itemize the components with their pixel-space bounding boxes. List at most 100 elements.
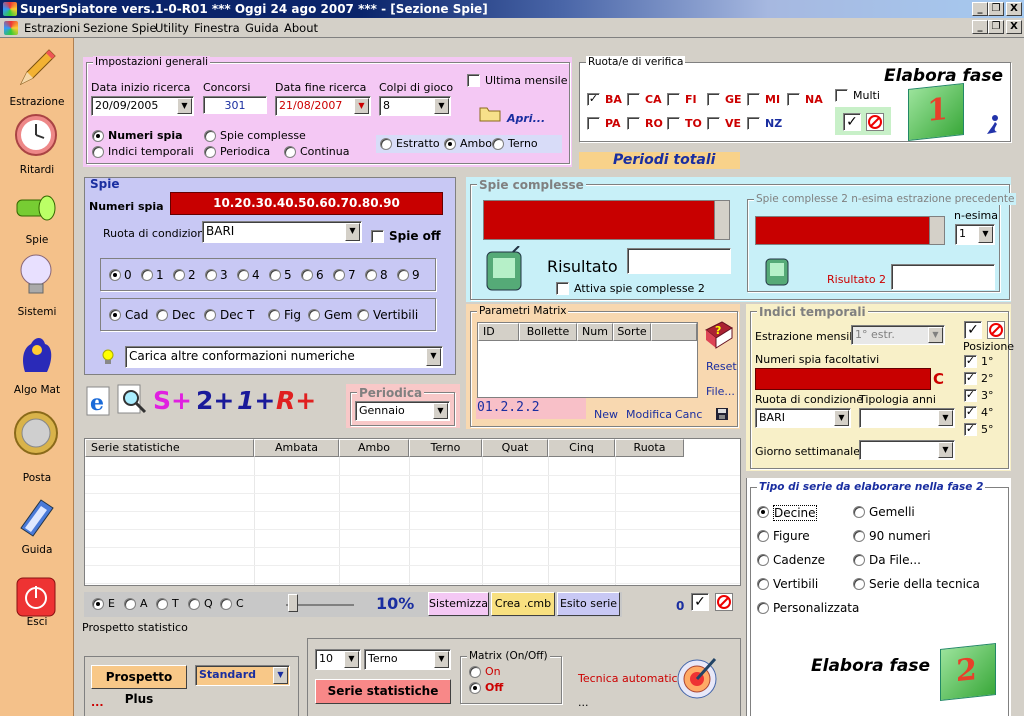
reset-button[interactable]: Reset [706, 360, 737, 373]
digit-7-radio[interactable] [333, 269, 345, 281]
posizione-1-checkbox[interactable]: ✓ [964, 355, 977, 368]
table-col-terno[interactable]: Terno [409, 439, 482, 457]
serie-check-all-button[interactable]: ✓ [691, 593, 709, 611]
slider-thumb[interactable] [288, 594, 298, 612]
digit-4-radio[interactable] [237, 269, 249, 281]
chevron-down-icon[interactable]: ▼ [433, 403, 448, 419]
standard-combo[interactable]: Standard ▼ [195, 665, 290, 686]
ruota-to-checkbox[interactable] [667, 117, 680, 130]
help-book-icon[interactable]: ? [704, 320, 734, 350]
one-plus-button[interactable]: 1+ [237, 386, 275, 415]
clear-all-button[interactable] [866, 113, 884, 131]
clock-icon[interactable] [13, 112, 59, 158]
tipologia-anni-combo[interactable]: ▼ [859, 408, 955, 428]
scrollbar[interactable] [714, 201, 729, 239]
table-col-ruota[interactable]: Ruota [615, 439, 684, 457]
matrix-col-bollette[interactable]: Bollette [519, 323, 577, 341]
esito-serie-button[interactable]: Esito serie [557, 592, 620, 616]
spie-complesse-field[interactable] [483, 200, 730, 240]
sistemizza-button[interactable]: Sistemizza [428, 592, 489, 616]
serie-vertibili-radio[interactable] [757, 578, 769, 590]
esito-e-radio[interactable] [92, 598, 104, 610]
esito-t-radio[interactable] [156, 598, 168, 610]
digit-9-radio[interactable] [397, 269, 409, 281]
lottery-hand-icon[interactable] [13, 330, 59, 376]
table-col-ambo[interactable]: Ambo [339, 439, 409, 457]
ruota-ba-checkbox[interactable]: ✓ [587, 93, 600, 106]
prospetto-plus-button[interactable]: Prospetto Plus [91, 665, 187, 706]
sidebar-label-esci[interactable]: Esci [0, 616, 74, 628]
sidebar-label-guida[interactable]: Guida [0, 544, 74, 556]
ruota-pa-checkbox[interactable] [587, 117, 600, 130]
terno-radio[interactable] [492, 138, 504, 150]
digit-0-radio[interactable] [109, 269, 121, 281]
concorsi-field[interactable]: 301 [203, 96, 267, 114]
ruota-ve-checkbox[interactable] [707, 117, 720, 130]
mdi-restore-button[interactable]: ❐ [988, 20, 1004, 34]
risultato-2-field[interactable] [891, 264, 995, 290]
matrix-on-radio[interactable] [469, 666, 481, 678]
serie-personalizzata-radio[interactable] [757, 602, 769, 614]
chevron-down-icon[interactable]: ▼ [928, 327, 943, 343]
data-fine-combo[interactable]: 21/08/2007 ▼ [275, 96, 371, 116]
chevron-down-icon[interactable]: ▼ [938, 442, 953, 458]
colpi-combo[interactable]: 8 ▼ [379, 96, 451, 116]
chevron-down-icon[interactable]: ▼ [834, 410, 849, 426]
esito-q-radio[interactable] [188, 598, 200, 610]
r-plus-button[interactable]: R+ [276, 386, 316, 415]
matrix-col-id[interactable]: ID [478, 323, 519, 341]
esito-c-radio[interactable] [220, 598, 232, 610]
tipo-cad-radio[interactable] [109, 309, 121, 321]
ruota-nz-checkbox[interactable] [747, 117, 760, 130]
ruota-ro-checkbox[interactable] [627, 117, 640, 130]
elabora-fase-2-button[interactable]: 2 [940, 643, 996, 701]
ruota-ge-checkbox[interactable] [707, 93, 720, 106]
attiva-spie-complesse-2-checkbox[interactable] [556, 282, 569, 295]
estrazione-mensile-combo[interactable]: 1° estr. ▼ [851, 325, 945, 345]
ultima-mensile-checkbox[interactable] [467, 74, 480, 87]
periodica-radio[interactable] [204, 146, 216, 158]
save-icon[interactable] [715, 407, 729, 421]
serie-serie-della-tecnica-radio[interactable] [853, 578, 865, 590]
menu-about[interactable]: About [284, 21, 318, 35]
tipo-gem-radio[interactable] [308, 309, 320, 321]
magnifier-icon[interactable] [116, 384, 148, 416]
spie-complesse-radio[interactable] [204, 130, 216, 142]
chevron-down-icon[interactable]: ▼ [344, 651, 359, 668]
matrix-off-radio[interactable] [469, 682, 481, 694]
sidebar-label-ritardi[interactable]: Ritardi [0, 164, 74, 176]
serie-decine-radio[interactable] [757, 506, 769, 518]
continua-radio[interactable] [284, 146, 296, 158]
serie-count-combo[interactable]: 10 ▼ [315, 649, 361, 670]
sidebar-label-algo-mat[interactable]: Algo Mat [0, 384, 74, 396]
posizione-check-all-button[interactable]: ✓ [964, 321, 982, 339]
check-all-button[interactable]: ✓ [843, 113, 861, 131]
indici-temporali-radio[interactable] [92, 146, 104, 158]
serie-cadenze-radio[interactable] [757, 554, 769, 566]
indici-ruota-combo[interactable]: BARI ▼ [755, 408, 851, 428]
minimize-button[interactable]: _ [972, 2, 988, 16]
lightbulb-icon[interactable] [13, 252, 59, 298]
numeri-spia-radio[interactable] [92, 130, 104, 142]
serie-gemelli-radio[interactable] [853, 506, 865, 518]
chevron-down-icon[interactable]: ▼ [345, 223, 360, 241]
pda-icon[interactable] [485, 245, 525, 292]
sidebar-label-posta[interactable]: Posta [0, 472, 74, 484]
ie-icon[interactable]: e [84, 386, 114, 416]
serie-90-numeri-radio[interactable] [853, 530, 865, 542]
menu-estrazioni[interactable]: Estrazioni [24, 21, 80, 35]
menu-guida[interactable]: Guida [245, 21, 279, 35]
ruota-mi-checkbox[interactable] [747, 93, 760, 106]
menu-finestra[interactable]: Finestra [194, 21, 240, 35]
book-icon[interactable] [13, 494, 59, 540]
spie-complesse-2-field[interactable] [755, 216, 945, 245]
tipo-vertibili-radio[interactable] [357, 309, 369, 321]
giorno-settimanale-combo[interactable]: ▼ [859, 440, 955, 460]
mdi-close-button[interactable]: X [1006, 20, 1022, 34]
ruota-ca-checkbox[interactable] [627, 93, 640, 106]
digit-5-radio[interactable] [269, 269, 281, 281]
sidebar-label-spie[interactable]: Spie [0, 234, 74, 246]
table-col-cinq[interactable]: Cinq [548, 439, 615, 457]
close-button[interactable]: X [1006, 2, 1022, 16]
digit-2-radio[interactable] [173, 269, 185, 281]
